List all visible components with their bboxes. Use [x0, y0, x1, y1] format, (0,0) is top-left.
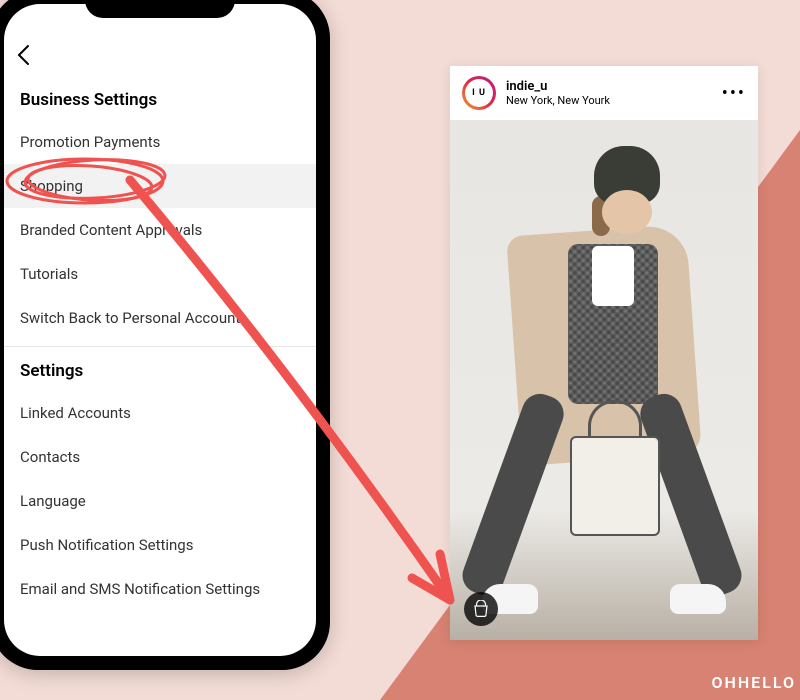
- settings-item-linked-accounts[interactable]: Linked Accounts: [4, 391, 316, 435]
- settings-item-contacts[interactable]: Contacts: [4, 435, 316, 479]
- settings-item-switch-personal[interactable]: Switch Back to Personal Account: [4, 296, 316, 340]
- settings-item-email-sms-notifications[interactable]: Email and SMS Notification Settings: [4, 567, 316, 611]
- phone-screen: Business Settings Promotion Payments Sho…: [4, 4, 316, 656]
- shopping-bag-icon[interactable]: [464, 592, 498, 626]
- phone-frame: Business Settings Promotion Payments Sho…: [0, 0, 330, 670]
- settings-item-tutorials[interactable]: Tutorials: [4, 252, 316, 296]
- post-user-info: indie_u New York, New Yourk: [506, 79, 722, 107]
- phone-notch: [85, 0, 235, 18]
- more-options-icon[interactable]: •••: [722, 83, 746, 104]
- fashion-figure: [484, 146, 724, 616]
- settings-item-push-notifications[interactable]: Push Notification Settings: [4, 523, 316, 567]
- post-header: I U indie_u New York, New Yourk •••: [450, 66, 758, 120]
- settings-item-branded-content[interactable]: Branded Content Approvals: [4, 208, 316, 252]
- section-title-business: Business Settings: [4, 82, 316, 120]
- section-title-settings: Settings: [4, 353, 316, 391]
- section-divider: [4, 346, 316, 347]
- back-chevron-icon[interactable]: [16, 44, 32, 72]
- post-location[interactable]: New York, New Yourk: [506, 94, 722, 107]
- settings-item-shopping[interactable]: Shopping: [4, 164, 316, 208]
- post-image[interactable]: [450, 120, 758, 640]
- avatar[interactable]: I U: [462, 76, 496, 110]
- nav-header: [4, 38, 316, 82]
- settings-item-language[interactable]: Language: [4, 479, 316, 523]
- post-username[interactable]: indie_u: [506, 79, 722, 94]
- settings-item-promotion-payments[interactable]: Promotion Payments: [4, 120, 316, 164]
- avatar-initials: I U: [465, 79, 493, 107]
- instagram-post: I U indie_u New York, New Yourk •••: [450, 66, 758, 640]
- watermark: OHHELLO: [711, 673, 796, 692]
